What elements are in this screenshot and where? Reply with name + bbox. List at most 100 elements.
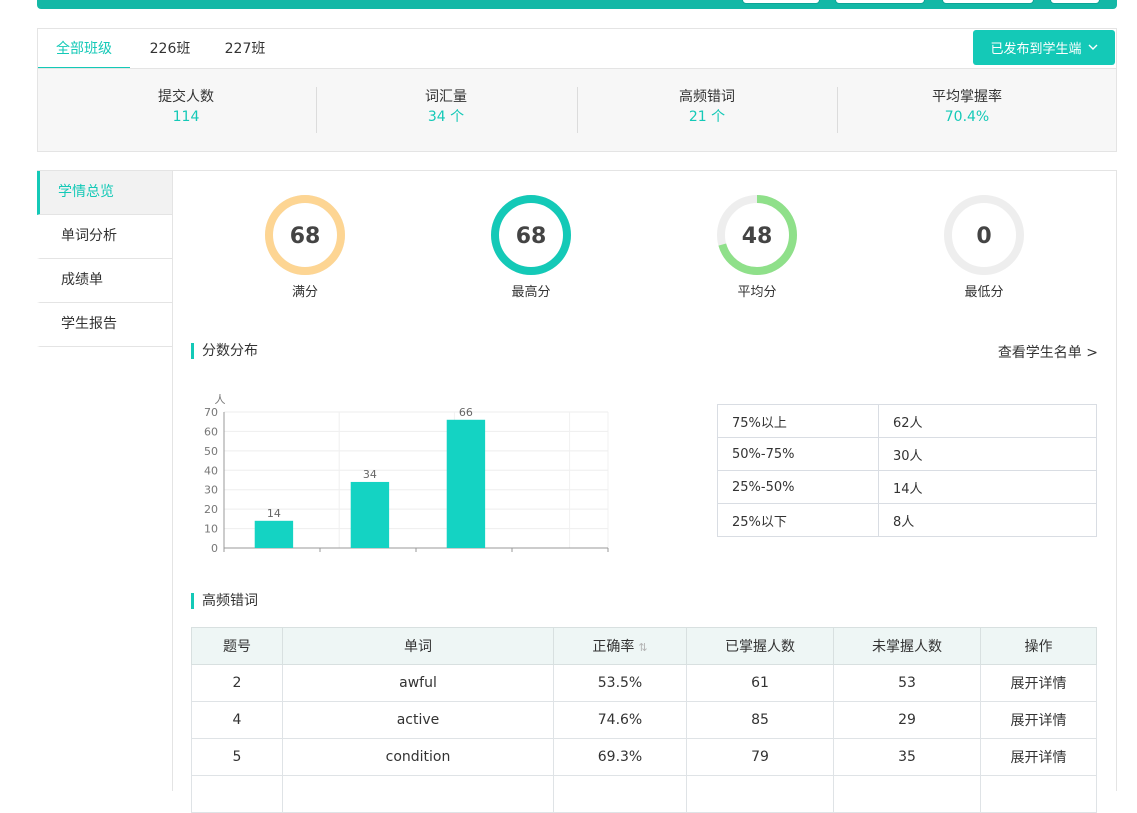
unmastered-cell: 35 (833, 738, 981, 776)
chevron-down-icon (1088, 44, 1097, 50)
y-tick-label: 60 (204, 425, 218, 438)
score-label: 满分 (291, 285, 318, 300)
table-row: 5 condition 69.3% 79 35 展开详情 (191, 738, 1097, 776)
expand-details-link[interactable]: 展开详情 (980, 664, 1097, 702)
nav-item-overview[interactable]: 学情总览 (37, 171, 172, 215)
stat-value: 21 个 (688, 109, 726, 125)
count-cell: 14人 (878, 470, 1097, 504)
table-row: 25%-50% 14人 (717, 470, 1097, 504)
publish-button-label: 已发布到学生端 (990, 41, 1082, 56)
chart-bar (350, 481, 390, 548)
y-tick-label: 40 (204, 464, 218, 477)
accuracy-cell: 74.6% (553, 701, 687, 739)
frequent-error-words-table: 题号 单词 正确率 ⇅ 已掌握人数 未掌握人数 操作 2 awful 53.5% 61 5… (191, 627, 1097, 813)
main-panel: 68 满分 68 最高分 48 平均分 0 最低分 分数分布 查看学生名单 > 0 10 20 30… (172, 170, 1117, 813)
view-student-list-link[interactable]: 查看学生名单 > (998, 342, 1098, 362)
score-label: 平均分 (737, 285, 777, 300)
sort-icon[interactable]: ⇅ (638, 641, 647, 654)
y-axis-label: 人 (215, 393, 226, 406)
chart-bar (254, 520, 294, 548)
stat-label: 提交人数 (158, 89, 214, 105)
range-cell: 25%以下 (717, 503, 879, 537)
score-ring-graphic: 68 (265, 195, 345, 275)
stat-submissions: 提交人数 114 (56, 87, 316, 127)
stat-label: 平均掌握率 (932, 89, 1002, 105)
score-ring-graphic: 0 (944, 195, 1024, 275)
stat-label: 词汇量 (425, 89, 467, 105)
stat-mastery-rate: 平均掌握率 70.4% (837, 87, 1097, 127)
nav-item-transcript[interactable]: 成绩单 (37, 259, 172, 303)
table-row: 2 awful 53.5% 61 53 展开详情 (191, 664, 1097, 702)
top-header-bar (37, 0, 1117, 9)
score-ring: 68 最高分 (471, 193, 591, 300)
x-axis-label: 分 (613, 541, 614, 553)
score-ring: 68 满分 (245, 193, 365, 300)
mastered-cell: 61 (686, 664, 834, 702)
stat-vocabulary: 词汇量 34 个 (316, 87, 576, 127)
expand-details-link[interactable]: 展开详情 (980, 738, 1097, 776)
mastered-cell (686, 775, 834, 813)
mastered-cell: 79 (686, 738, 834, 776)
score-label: 最低分 (964, 285, 1004, 300)
y-tick-label: 0 (211, 542, 218, 553)
summary-stats: 提交人数 114 词汇量 34 个 高频错词 21 个 平均掌握率 70.4% (37, 68, 1117, 152)
table-header-row: 题号 单词 正确率 ⇅ 已掌握人数 未掌握人数 操作 (191, 627, 1097, 665)
count-cell: 62人 (878, 404, 1097, 438)
score-ring-graphic: 48 (717, 195, 797, 275)
number-cell: 5 (191, 738, 283, 776)
accuracy-cell: 53.5% (553, 664, 687, 702)
unmastered-cell: 53 (833, 664, 981, 702)
side-navigation: 学情总览 单词分析 成绩单 学生报告 (37, 170, 172, 791)
bar-value-label: 66 (459, 406, 473, 419)
header-button[interactable] (835, 0, 925, 4)
tab-class-226[interactable]: 226班 (140, 29, 200, 67)
score-ring: 48 平均分 (697, 193, 817, 300)
score-ring-graphic: 68 (491, 195, 571, 275)
number-cell: 2 (191, 664, 283, 702)
stat-value: 34 个 (427, 109, 465, 125)
section-title-frequent-errors: 高频错词 (191, 593, 258, 609)
word-cell: active (282, 701, 554, 739)
publish-to-students-button[interactable]: 已发布到学生端 (973, 30, 1115, 65)
word-cell: awful (282, 664, 554, 702)
range-cell: 75%以上 (717, 404, 879, 438)
column-header-mastered: 已掌握人数 (686, 627, 834, 665)
column-header-unmastered: 未掌握人数 (833, 627, 981, 665)
header-button[interactable] (1050, 0, 1100, 4)
table-row: 25%以下 8人 (717, 503, 1097, 537)
score-ring: 0 最低分 (924, 193, 1044, 300)
number-cell (191, 775, 283, 813)
accuracy-cell (553, 775, 687, 813)
nav-item-word-analysis[interactable]: 单词分析 (37, 215, 172, 259)
header-button[interactable] (742, 0, 820, 4)
y-tick-label: 50 (204, 445, 218, 458)
class-tabs: 全部班级 226班 227班 已发布到学生端 (37, 28, 1117, 70)
word-cell: condition (282, 738, 554, 776)
score-value: 68 (516, 224, 547, 249)
y-tick-label: 70 (204, 406, 218, 419)
table-row: 50%-75% 30人 (717, 437, 1097, 471)
score-label: 最高分 (511, 285, 551, 300)
unmastered-cell: 29 (833, 701, 981, 739)
range-cell: 50%-75% (717, 437, 879, 471)
expand-details-link (980, 775, 1097, 813)
table-row (191, 775, 1097, 813)
stat-frequent-errors: 高频错词 21 个 (577, 87, 837, 127)
stat-label: 高频错词 (679, 89, 735, 105)
column-header-word: 单词 (282, 627, 554, 665)
number-cell: 4 (191, 701, 283, 739)
column-header-number: 题号 (191, 627, 283, 665)
header-button[interactable] (942, 0, 1034, 4)
nav-item-student-report[interactable]: 学生报告 (37, 303, 172, 347)
accuracy-cell: 69.3% (553, 738, 687, 776)
stat-value: 70.4% (944, 109, 990, 125)
expand-details-link[interactable]: 展开详情 (980, 701, 1097, 739)
tab-class-227[interactable]: 227班 (215, 29, 275, 67)
count-cell: 8人 (878, 503, 1097, 537)
column-header-accuracy[interactable]: 正确率 ⇅ (553, 627, 687, 665)
unmastered-cell (833, 775, 981, 813)
tab-all-classes[interactable]: 全部班级 (38, 29, 130, 70)
stat-value: 114 (172, 109, 200, 125)
score-value: 48 (742, 224, 773, 249)
word-cell (282, 775, 554, 813)
